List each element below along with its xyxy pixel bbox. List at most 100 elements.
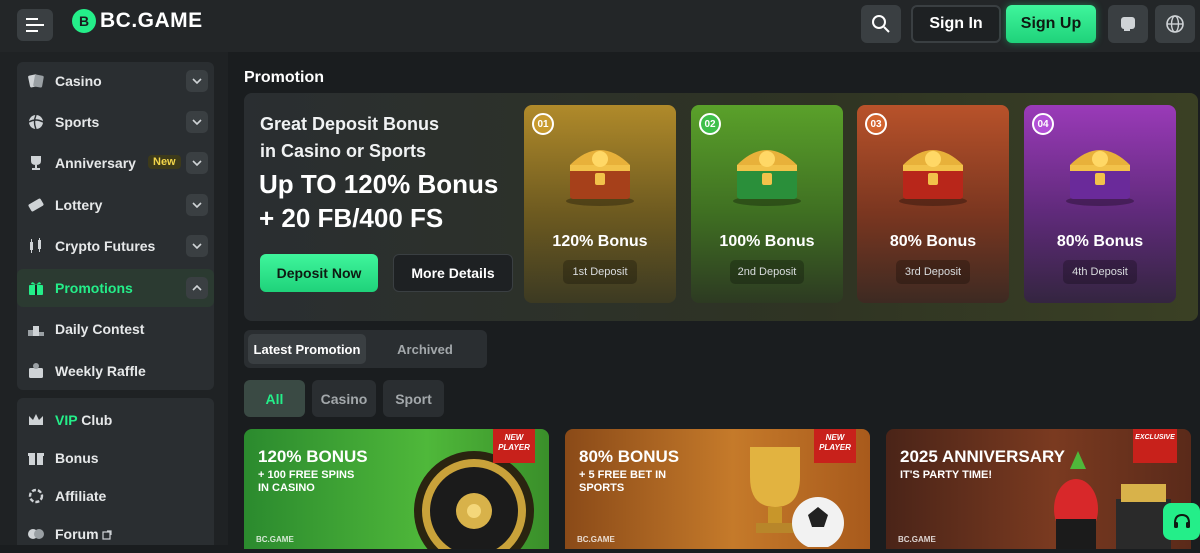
sidebar-item-label: Bonus — [55, 450, 99, 466]
chat-button[interactable] — [1108, 5, 1148, 43]
support-button[interactable] — [1163, 503, 1200, 540]
chevron-down-icon[interactable] — [186, 70, 208, 92]
hero-headline: Up TO 120% Bonus + 20 FB/400 FS — [259, 167, 498, 235]
candles-icon — [26, 237, 46, 255]
sidebar-item-weekly-raffle[interactable]: Weekly Raffle — [17, 352, 214, 390]
vip-label-rest: Club — [77, 412, 113, 428]
sidebar-item-promotions[interactable]: Promotions — [17, 269, 214, 307]
sidebar-item-bonus[interactable]: Bonus — [17, 439, 214, 477]
gift-icon — [26, 279, 46, 297]
ribbon-line2: PLAYER — [819, 443, 851, 452]
sidebar-item-label: Affiliate — [55, 488, 107, 504]
chevron-down-icon[interactable] — [186, 194, 208, 216]
sign-in-button[interactable]: Sign In — [911, 5, 1001, 43]
promo-brand: BC.GAME — [577, 535, 615, 544]
promo-subtitle-line2: IN CASINO — [258, 482, 315, 494]
new-badge: New — [148, 155, 181, 169]
sidebar-item-sports[interactable]: Sports — [17, 103, 214, 141]
sidebar-item-crypto-futures[interactable]: Crypto Futures — [17, 227, 214, 265]
deposit-card-title: 80% Bonus — [889, 233, 977, 250]
treasure-chest-icon — [1066, 150, 1134, 206]
external-link-icon — [102, 530, 113, 540]
filter-sport[interactable]: Sport — [383, 380, 444, 417]
more-details-button[interactable]: More Details — [393, 254, 513, 292]
trophy-icon — [26, 154, 46, 172]
sidebar: Casino Sports Anniversary New Lottery Cr… — [0, 52, 228, 545]
promo-subtitle: + 100 FREE SPINS IN CASINO — [258, 469, 354, 495]
promo-title: 120% BONUS — [258, 447, 368, 466]
promo-card-anniversary[interactable]: 2025 ANNIVERSARY IT'S PARTY TIME! EXCLUS… — [886, 429, 1191, 549]
promo-subtitle: + 5 FREE BET IN SPORTS — [579, 469, 666, 495]
forum-label-text: Forum — [55, 526, 99, 542]
gift-box-icon — [26, 449, 46, 467]
language-button[interactable] — [1155, 5, 1195, 43]
deposit-number-badge: 03 — [865, 113, 887, 135]
promo-card-casino-bonus[interactable]: 120% BONUS + 100 FREE SPINS IN CASINO NE… — [244, 429, 549, 549]
promo-subtitle-line1: + 5 FREE BET IN — [579, 469, 667, 481]
sidebar-item-forum[interactable]: Forum — [17, 515, 214, 553]
sidebar-item-affiliate[interactable]: Affiliate — [17, 477, 214, 515]
top-bar: B BC.GAME Sign In Sign Up — [0, 0, 1200, 52]
affiliate-icon — [26, 487, 46, 505]
ball-icon — [26, 113, 46, 131]
deposit-number-badge: 02 — [699, 113, 721, 135]
sidebar-item-anniversary[interactable]: Anniversary New — [17, 144, 214, 182]
deposit-card-3[interactable]: 03 80% Bonus 3rd Deposit — [857, 105, 1009, 303]
sidebar-item-vip-club[interactable]: VIP Club — [17, 401, 214, 439]
sign-up-button[interactable]: Sign Up — [1006, 5, 1096, 43]
deposit-card-title: 100% Bonus — [719, 233, 815, 250]
deposit-number-badge: 04 — [1032, 113, 1054, 135]
treasure-chest-icon — [733, 150, 801, 206]
party-mascot-icon — [1054, 451, 1171, 549]
sidebar-item-label: Crypto Futures — [55, 238, 156, 254]
deposit-card-1[interactable]: 01 120% Bonus 1st Deposit — [524, 105, 676, 303]
promo-card-sports-bonus[interactable]: 80% BONUS + 5 FREE BET IN SPORTS NEW PLAY… — [565, 429, 870, 549]
ribbon-line1: NEW — [825, 433, 845, 442]
sidebar-item-label: Daily Contest — [55, 321, 145, 337]
deposit-card-tag: 4th Deposit — [1063, 260, 1137, 284]
page-title: Promotion — [244, 69, 324, 86]
chevron-up-icon[interactable] — [186, 277, 208, 299]
vip-label-prefix: VIP — [55, 412, 78, 428]
chat-icon — [1121, 17, 1135, 31]
chevron-down-icon[interactable] — [186, 235, 208, 257]
deposit-card-4[interactable]: 04 80% Bonus 4th Deposit — [1024, 105, 1176, 303]
menu-toggle-button[interactable] — [17, 9, 53, 41]
promo-subtitle-line2: SPORTS — [579, 482, 625, 494]
deposit-card-tag: 2nd Deposit — [730, 260, 804, 284]
filter-all[interactable]: All — [244, 380, 305, 417]
sidebar-item-lottery[interactable]: Lottery — [17, 186, 214, 224]
logo[interactable]: B BC.GAME — [72, 9, 203, 33]
deposit-number-badge: 01 — [532, 113, 554, 135]
tab-latest-promotion[interactable]: Latest Promotion — [248, 334, 366, 364]
promo-brand: BC.GAME — [898, 535, 936, 544]
filter-casino[interactable]: Casino — [312, 380, 376, 417]
menu-icon — [26, 18, 44, 32]
sidebar-item-casino[interactable]: Casino — [17, 62, 214, 100]
hero-subtitle: Great Deposit Bonus in Casino or Sports — [260, 111, 439, 165]
sidebar-item-label: Forum — [55, 526, 113, 542]
chevron-down-icon[interactable] — [186, 111, 208, 133]
deposit-card-2[interactable]: 02 100% Bonus 2nd Deposit — [691, 105, 843, 303]
treasure-chest-icon — [566, 150, 634, 206]
search-button[interactable] — [861, 5, 901, 43]
hero-headline-line2: + 20 FB/400 FS — [259, 203, 444, 233]
sidebar-item-label: Anniversary — [55, 155, 136, 171]
deposit-card-tag: 3rd Deposit — [896, 260, 970, 284]
sidebar-item-daily-contest[interactable]: Daily Contest — [17, 310, 214, 348]
chevron-down-icon[interactable] — [186, 152, 208, 174]
tab-archived[interactable]: Archived — [366, 334, 484, 364]
raffle-icon — [26, 362, 46, 380]
new-player-ribbon: NEW PLAYER — [493, 429, 535, 463]
deposit-now-button[interactable]: Deposit Now — [260, 254, 378, 292]
sidebar-group-secondary: VIP Club Bonus Affiliate Forum — [17, 398, 214, 545]
promo-brand: BC.GAME — [256, 535, 294, 544]
hero-headline-line1: Up TO 120% Bonus — [259, 169, 499, 199]
deposit-card-title: 80% Bonus — [1056, 233, 1144, 250]
main-content: Promotion Great Deposit Bonus in Casino … — [228, 52, 1200, 549]
ribbon-line2: PLAYER — [498, 443, 530, 452]
promo-subtitle: IT'S PARTY TIME! — [900, 469, 992, 482]
sidebar-item-label: Promotions — [55, 280, 133, 296]
crown-icon — [26, 411, 46, 429]
logo-text: BC.GAME — [100, 9, 203, 32]
